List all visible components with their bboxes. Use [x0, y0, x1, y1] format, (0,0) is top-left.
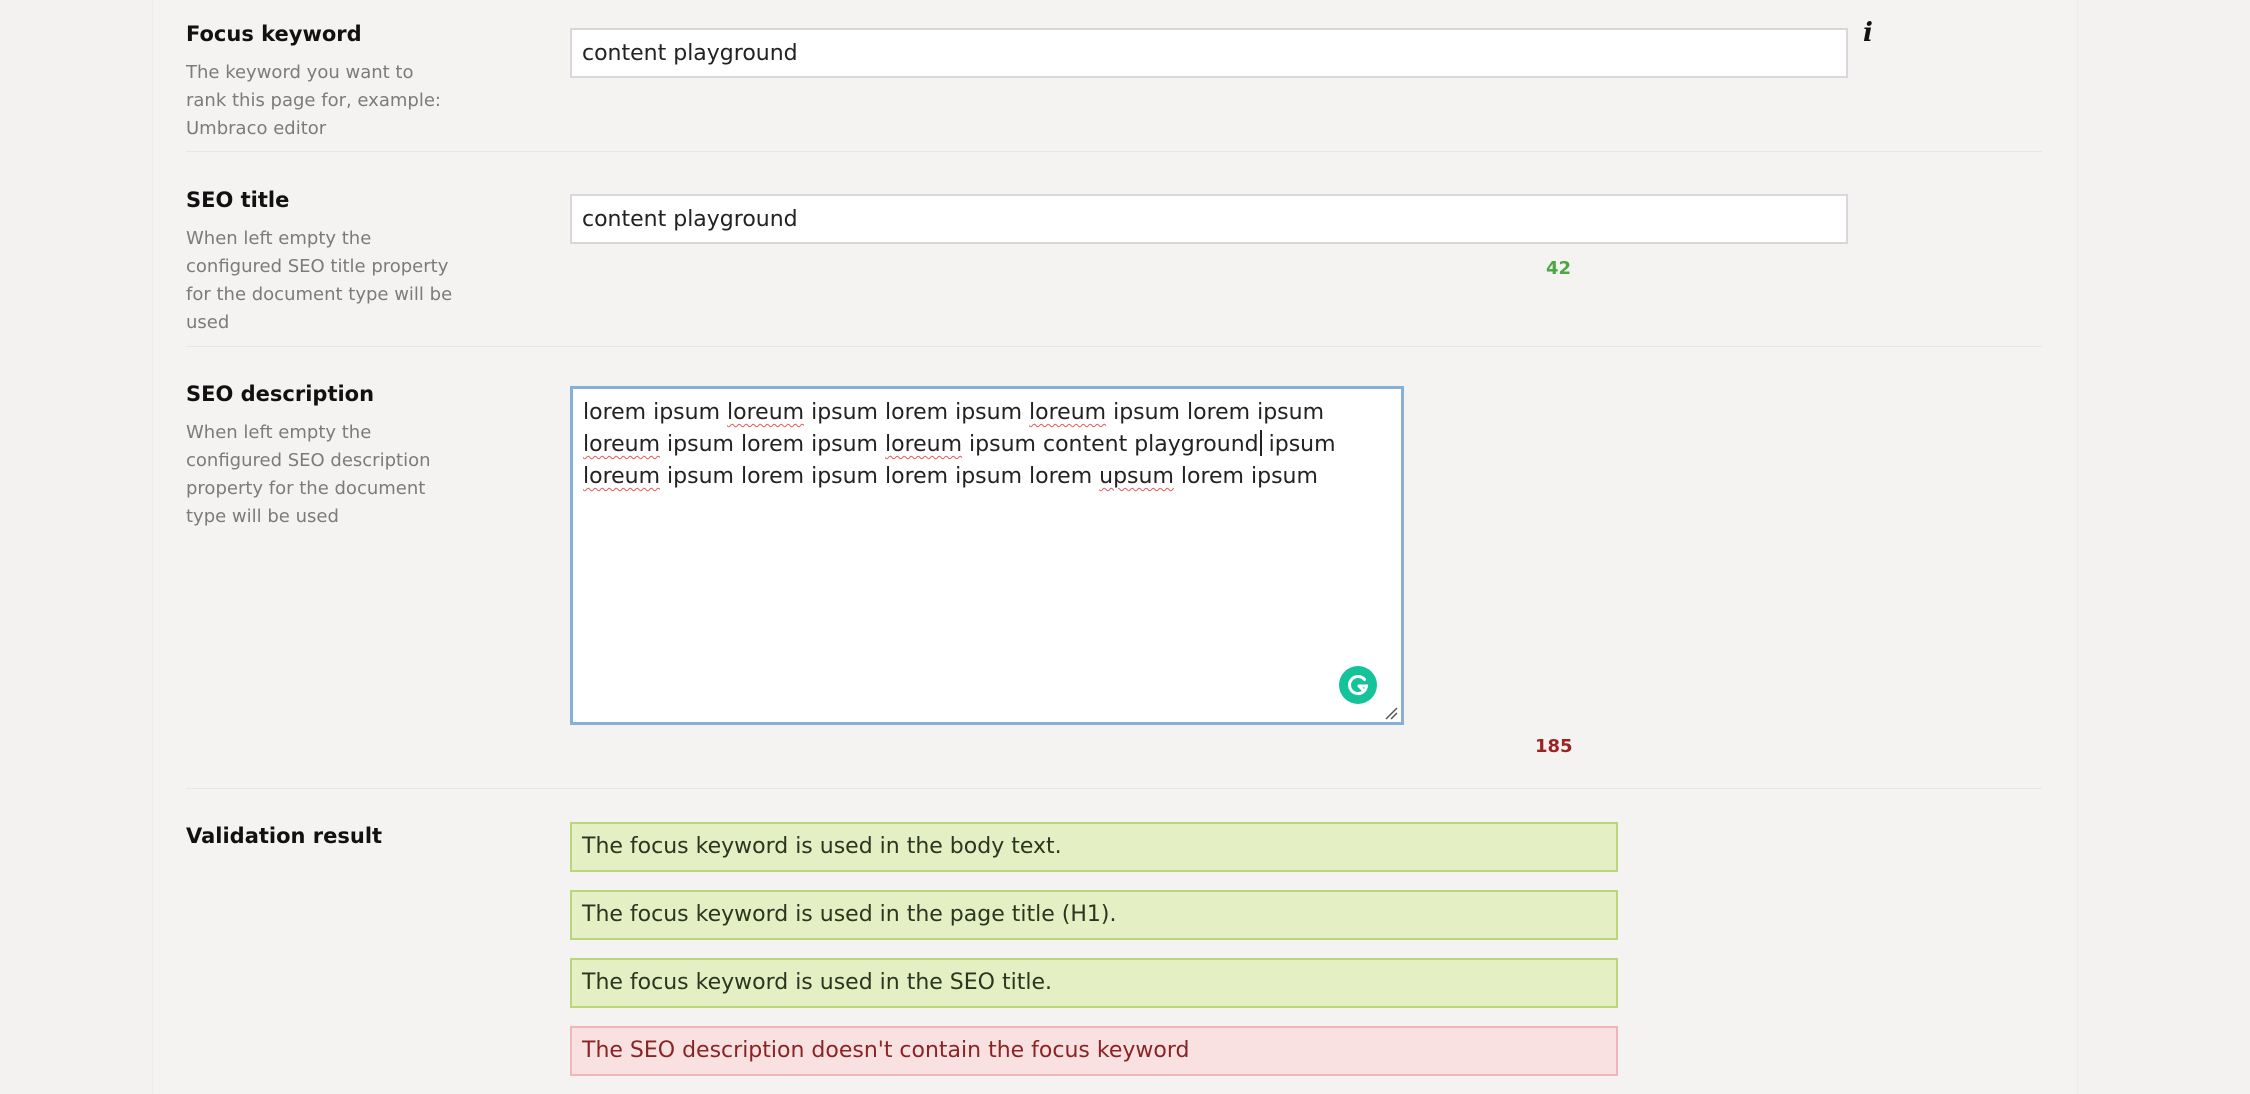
seo-description-label: SEO description: [186, 382, 375, 406]
misspelled-word: loreum: [583, 432, 661, 457]
misspelled-word: upsum: [1099, 464, 1174, 489]
focus-keyword-label: Focus keyword: [186, 22, 362, 46]
resize-handle-icon[interactable]: [1384, 705, 1398, 720]
validation-result-item: The focus keyword is used in the body te…: [570, 822, 1618, 872]
seo-title-input[interactable]: [570, 194, 1848, 244]
misspelled-word: loreum: [583, 464, 661, 489]
divider: [186, 151, 2042, 152]
misspelled-word: loreum: [727, 400, 805, 425]
text-caret: [1259, 430, 1262, 456]
misspelled-word: loreum: [1029, 400, 1107, 425]
focus-keyword-input[interactable]: [570, 28, 1848, 78]
divider: [186, 788, 2042, 789]
validation-result-item: The SEO description doesn't contain the …: [570, 1026, 1618, 1076]
seo-description-text: lorem ipsum loreum ipsum lorem ipsum lor…: [583, 400, 1336, 489]
seo-description-description: When left empty the configured SEO descr…: [186, 422, 431, 527]
misspelled-word: loreum: [885, 432, 963, 457]
validation-result-label: Validation result: [186, 824, 383, 848]
seo-description-textarea[interactable]: lorem ipsum loreum ipsum lorem ipsum lor…: [570, 386, 1404, 725]
seo-description-char-count: 185: [1535, 736, 1573, 757]
page: Focus keyword The keyword you want to ra…: [0, 0, 2250, 1094]
seo-title-description: When left empty the configured SEO title…: [186, 228, 453, 333]
seo-title-label: SEO title: [186, 188, 290, 212]
validation-result-item: The focus keyword is used in the page ti…: [570, 890, 1618, 940]
validation-result-item: The focus keyword is used in the SEO tit…: [570, 958, 1618, 1008]
focus-keyword-description: The keyword you want to rank this page f…: [186, 62, 441, 139]
grammarly-icon[interactable]: [1339, 666, 1377, 704]
seo-title-char-count: 42: [1546, 258, 1572, 279]
divider: [186, 346, 2042, 347]
info-icon[interactable]: i: [1860, 18, 1876, 48]
